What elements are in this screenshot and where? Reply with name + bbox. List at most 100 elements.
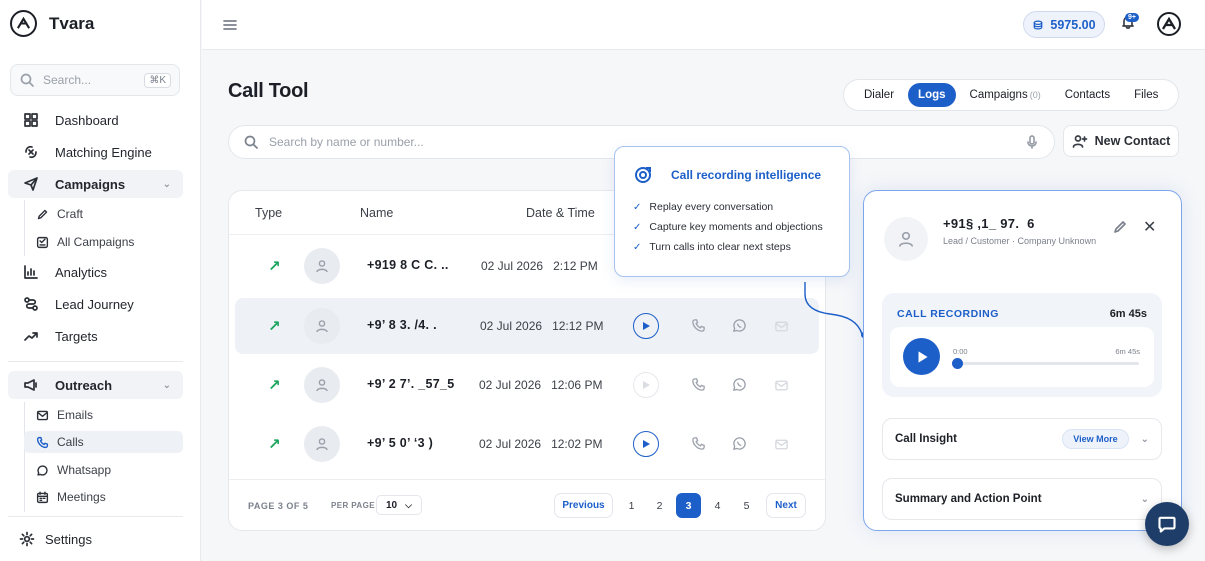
- sidebar-item-campaigns[interactable]: Campaigns ⌄: [8, 170, 183, 198]
- settings-label: Settings: [45, 531, 92, 547]
- chevron-down-icon: ⌄: [1140, 433, 1149, 445]
- column-header-name: Name: [360, 206, 394, 220]
- sidebar-subitem-meetings[interactable]: Meetings: [24, 486, 183, 508]
- page-5-button[interactable]: 5: [734, 493, 759, 518]
- sidebar-subitem-label: All Campaigns: [57, 235, 135, 249]
- recording-label: CALL RECORDING: [897, 308, 999, 320]
- page-2-button[interactable]: 2: [647, 493, 672, 518]
- close-icon[interactable]: ✕: [1143, 217, 1156, 237]
- phone-icon[interactable]: [691, 318, 706, 336]
- call-date: 02 Jul 2026: [480, 319, 543, 333]
- coins-icon: [1032, 19, 1044, 31]
- whatsapp-icon[interactable]: [732, 436, 747, 454]
- credits-balance[interactable]: 5975.00: [1023, 11, 1105, 38]
- chevron-down-icon: ⌵: [405, 499, 412, 510]
- brand[interactable]: Tvara: [10, 10, 94, 37]
- sidebar-subitem-label: Meetings: [57, 490, 106, 504]
- tab-files[interactable]: Files: [1124, 83, 1168, 107]
- sidebar-subitem-label: Whatsapp: [57, 463, 112, 477]
- search-shortcut: ⌘K: [144, 72, 171, 88]
- tab-logs[interactable]: Logs: [908, 83, 956, 107]
- top-bar: 5975.00 9+: [202, 0, 1205, 50]
- mail-icon[interactable]: [774, 437, 789, 455]
- calendar-icon: [34, 489, 50, 505]
- chat-support-button[interactable]: [1145, 502, 1189, 546]
- play-recording-button[interactable]: [633, 431, 659, 457]
- previous-page-button[interactable]: Previous: [554, 493, 613, 518]
- table-row[interactable]: ↗ +9’ 8 3. /4. . 02 Jul 2026 12:12 PM: [235, 298, 819, 354]
- tab-contacts[interactable]: Contacts: [1055, 83, 1120, 107]
- connector-line: [804, 282, 867, 338]
- mail-icon[interactable]: [774, 319, 789, 337]
- callout-point: ✓ Replay every conversation: [633, 201, 773, 213]
- user-avatar[interactable]: [1157, 12, 1181, 36]
- whatsapp-icon[interactable]: [732, 318, 747, 336]
- microphone-icon[interactable]: [1024, 134, 1040, 150]
- call-date: 02 Jul 2026: [479, 437, 542, 451]
- callout-point: ✓ Capture key moments and objections: [633, 221, 823, 233]
- send-icon: [23, 176, 39, 192]
- sidebar-subitem-label: Emails: [57, 408, 94, 422]
- new-contact-button[interactable]: New Contact: [1063, 125, 1179, 157]
- pagination-divider: [229, 479, 825, 480]
- column-header-type: Type: [255, 206, 283, 220]
- summary-accordion[interactable]: Summary and Action Point ⌄: [882, 478, 1162, 520]
- gear-icon: [19, 531, 35, 547]
- sidebar-item-label: Targets: [55, 328, 98, 344]
- per-page-select[interactable]: 10 ⌵: [376, 495, 422, 515]
- play-recording-button[interactable]: [633, 313, 659, 339]
- progress-track[interactable]: [953, 362, 1139, 365]
- tab-count: (0): [1029, 90, 1041, 100]
- menu-icon[interactable]: [222, 17, 238, 33]
- page-1-button[interactable]: 1: [619, 493, 644, 518]
- sidebar-subitem-label: Craft: [57, 207, 84, 221]
- sidebar-item-lead-journey[interactable]: Lead Journey: [8, 290, 183, 318]
- phone-icon[interactable]: [691, 436, 706, 454]
- play-button[interactable]: [903, 338, 940, 375]
- contact-phone: +9’ 2 7’. _57_5: [367, 377, 455, 391]
- megaphone-icon: [23, 377, 39, 393]
- page-3-button[interactable]: 3: [676, 493, 701, 518]
- outgoing-call-icon: ↗: [268, 436, 281, 453]
- search-input[interactable]: Search by name or number...: [269, 135, 424, 149]
- mail-icon[interactable]: [774, 378, 789, 396]
- audio-player: 0:00 6m 45s: [890, 327, 1154, 387]
- tab-dialer[interactable]: Dialer: [854, 83, 904, 107]
- phone-icon[interactable]: [691, 377, 706, 395]
- page-4-button[interactable]: 4: [705, 493, 730, 518]
- sidebar-item-outreach[interactable]: Outreach ⌄: [8, 371, 183, 399]
- table-row[interactable]: ↗ +9’ 5 0’ ‘3 ) 02 Jul 2026 12:02 PM: [235, 416, 819, 472]
- route-icon: [23, 296, 39, 312]
- sidebar-item-analytics[interactable]: Analytics: [8, 258, 183, 286]
- view-more-button[interactable]: View More: [1062, 429, 1129, 449]
- sidebar-item-matching-engine[interactable]: Matching Engine: [8, 138, 183, 166]
- next-page-button[interactable]: Next: [766, 493, 806, 518]
- table-row[interactable]: ↗ +9’ 2 7’. _57_5 02 Jul 2026 12:06 PM: [235, 357, 819, 413]
- sidebar-divider: [8, 516, 183, 517]
- page-info: PAGE 3 OF 5: [248, 501, 309, 511]
- sidebar-item-targets[interactable]: Targets: [8, 322, 183, 350]
- check-icon: ✓: [633, 241, 642, 253]
- edit-icon[interactable]: [1112, 219, 1128, 235]
- call-time: 12:02 PM: [551, 437, 603, 451]
- add-user-icon: [1072, 133, 1088, 149]
- sidebar-item-settings[interactable]: Settings: [4, 525, 179, 553]
- tab-campaigns[interactable]: Campaigns (0): [960, 83, 1051, 107]
- callout-point-text: Replay every conversation: [649, 201, 774, 213]
- pen-icon: [34, 206, 50, 222]
- sidebar-subitem-emails[interactable]: Emails: [24, 404, 183, 426]
- sidebar-search[interactable]: Search... ⌘K: [10, 64, 180, 96]
- sidebar-subitem-calls[interactable]: Calls: [24, 431, 183, 453]
- sidebar-subitem-whatsapp[interactable]: Whatsapp: [24, 459, 183, 481]
- sidebar-subitem-craft[interactable]: Craft: [24, 203, 183, 225]
- progress-handle[interactable]: [952, 358, 963, 369]
- sidebar-subitem-all-campaigns[interactable]: All Campaigns: [24, 231, 183, 253]
- contact-phone: +9’ 8 3. /4. .: [367, 318, 437, 332]
- call-insight-accordion[interactable]: Call Insight View More ⌄: [882, 418, 1162, 460]
- sidebar-item-label: Lead Journey: [55, 296, 134, 312]
- column-header-datetime: Date & Time: [526, 206, 595, 220]
- sidebar-item-dashboard[interactable]: Dashboard: [8, 106, 183, 134]
- search-icon: [19, 72, 35, 88]
- whatsapp-icon[interactable]: [732, 377, 747, 395]
- recording-duration: 6m 45s: [1109, 308, 1147, 320]
